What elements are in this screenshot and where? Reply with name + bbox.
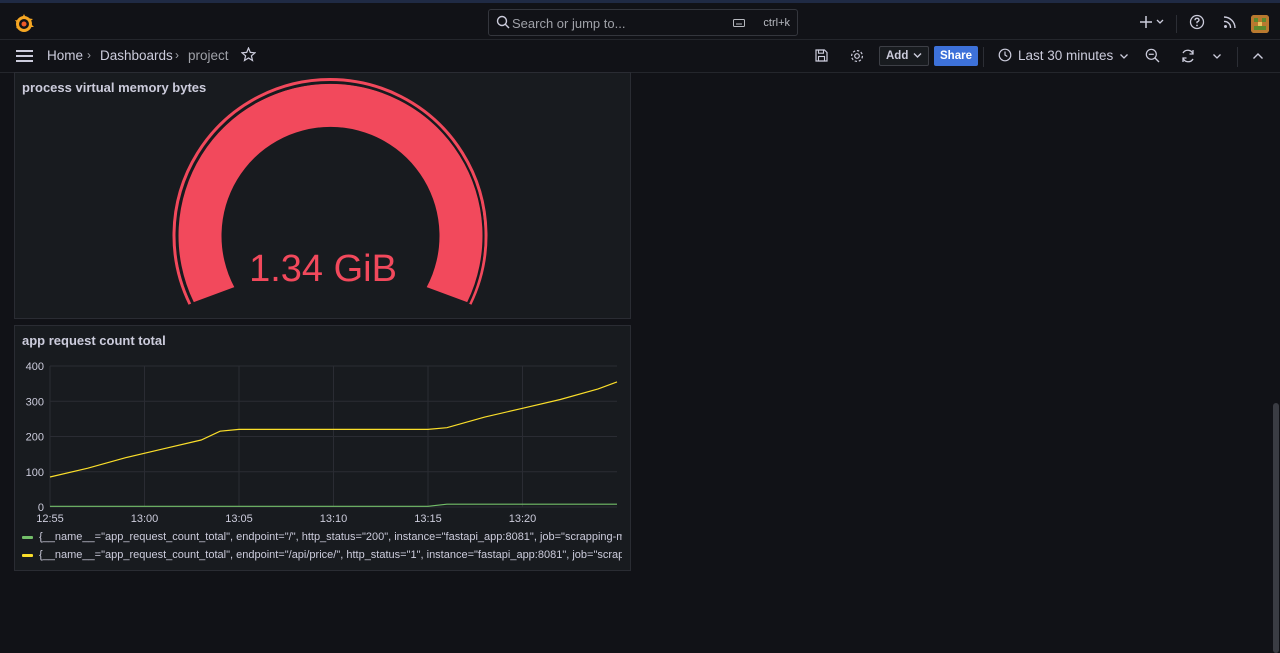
x-tick-label: 13:00 xyxy=(131,513,159,525)
time-range-label: Last 30 minutes xyxy=(1018,48,1114,63)
y-tick-label: 100 xyxy=(26,467,44,479)
x-tick-label: 12:55 xyxy=(36,513,64,525)
refresh-icon[interactable] xyxy=(1180,48,1196,64)
breadcrumb-home[interactable]: Home xyxy=(47,48,83,63)
dashboard-nav-bar: Home › Dashboards › project Add Share La… xyxy=(0,40,1280,73)
save-icon[interactable] xyxy=(814,48,829,63)
chevron-down-icon[interactable] xyxy=(1212,53,1222,60)
gear-icon[interactable] xyxy=(849,48,865,64)
plus-icon[interactable] xyxy=(1139,14,1165,30)
y-tick-label: 200 xyxy=(26,432,44,444)
x-tick-label: 13:05 xyxy=(225,513,253,525)
gauge-value: 1.34 GiB xyxy=(249,248,397,290)
line-chart[interactable]: 010020030040012:55 13:00 13:05 13:10 13:15 13… xyxy=(15,326,630,526)
scrollbar[interactable] xyxy=(1270,73,1280,653)
x-tick-label: 13:15 xyxy=(414,513,442,525)
gauge-panel: process virtual memory bytes 1.34 GiB xyxy=(14,72,631,319)
legend-item[interactable]: {__name__="app_request_count_total", end… xyxy=(22,549,622,561)
share-button[interactable]: Share xyxy=(934,46,978,66)
user-avatar[interactable] xyxy=(1251,15,1269,33)
help-icon[interactable] xyxy=(1189,14,1205,30)
legend-swatch xyxy=(22,535,33,539)
breadcrumb-separator: › xyxy=(175,48,179,62)
zoom-out-icon[interactable] xyxy=(1145,48,1160,63)
legend-item[interactable]: {__name__="app_request_count_total", end… xyxy=(22,531,622,543)
add-button-label: Add xyxy=(886,50,909,62)
legend-label: {__name__="app_request_count_total", end… xyxy=(39,531,622,543)
search-placeholder: Search or jump to... xyxy=(512,16,626,31)
avatar-image xyxy=(1251,15,1269,33)
clock-icon xyxy=(998,48,1012,62)
toolbar-divider xyxy=(983,47,984,67)
add-button[interactable]: Add xyxy=(879,46,929,66)
x-tick-label: 13:20 xyxy=(509,513,537,525)
topbar-divider xyxy=(1176,15,1177,33)
chevron-down-icon xyxy=(913,53,922,59)
chevron-up-icon[interactable] xyxy=(1252,52,1264,60)
breadcrumb-project: project xyxy=(188,48,229,63)
legend-swatch xyxy=(22,553,33,557)
y-tick-label: 400 xyxy=(26,361,44,373)
breadcrumb-dashboards[interactable]: Dashboards xyxy=(100,48,173,63)
x-tick-label: 13:10 xyxy=(320,513,348,525)
grafana-logo-icon[interactable] xyxy=(13,13,35,35)
scrollbar-thumb[interactable] xyxy=(1273,403,1279,653)
top-bar: Search or jump to... ctrl+k xyxy=(0,0,1280,40)
timeseries-panel: app request count total 0 100 200 300 400 12:… xyxy=(14,325,631,571)
legend-label: {__name__="app_request_count_total", end… xyxy=(39,549,622,561)
search-icon xyxy=(496,15,510,29)
y-tick-label: 300 xyxy=(26,396,44,408)
rss-news-icon[interactable] xyxy=(1222,14,1238,30)
menu-icon[interactable] xyxy=(16,50,33,62)
chevron-down-icon[interactable] xyxy=(1119,53,1129,60)
search-shortcut: ctrl+k xyxy=(763,17,790,29)
toolbar-divider xyxy=(1237,47,1238,67)
breadcrumb-separator: › xyxy=(87,48,91,62)
search-bar[interactable]: Search or jump to... ctrl+k xyxy=(488,9,798,36)
keyboard-icon xyxy=(733,19,745,27)
star-icon[interactable] xyxy=(241,47,256,62)
